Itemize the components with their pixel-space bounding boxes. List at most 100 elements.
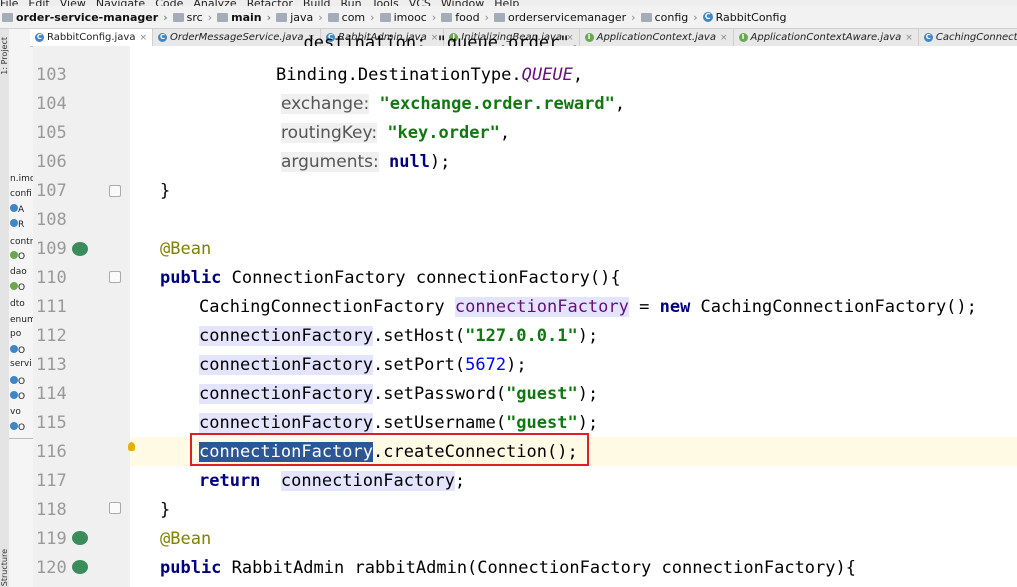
code-line: 110 public ConnectionFactory connectionFa…: [0, 264, 1017, 293]
code-token: @Bean: [160, 529, 212, 549]
code-token: CachingConnectionFactory: [199, 297, 455, 317]
code-token: arguments:: [281, 152, 379, 172]
bean-icon[interactable]: [72, 531, 88, 545]
tab-applicationcontext[interactable]: I ApplicationContext.java ×: [580, 29, 734, 46]
line-number: 111: [36, 297, 67, 317]
code-line: 103 Binding.DestinationType.QUEUE,: [0, 61, 1017, 90]
code-text[interactable]: }: [160, 496, 170, 525]
code-token: connectionFactory: [199, 384, 373, 404]
code-token: .setPassword(: [373, 384, 507, 404]
breadcrumb-item[interactable]: imooc ›: [378, 10, 436, 24]
close-tab-icon[interactable]: ×: [139, 33, 147, 43]
code-token: .setHost(: [373, 326, 466, 346]
code-text[interactable]: @Bean: [160, 235, 211, 264]
code-token: "127.0.0.1": [465, 326, 578, 346]
code-token: );: [577, 384, 599, 404]
fold-marker-icon[interactable]: [109, 185, 121, 197]
code-token: ,: [499, 123, 511, 143]
line-number: 110: [36, 268, 67, 288]
breadcrumb-item[interactable]: main ›: [215, 11, 271, 24]
tab-applicationcontextaware[interactable]: I ApplicationContextAware.java ×: [734, 29, 919, 46]
class-icon: C: [158, 33, 168, 42]
code-text[interactable]: connectionFactory.setPassword("guest");: [199, 380, 598, 409]
breadcrumb-separator-icon: ›: [318, 10, 323, 24]
line-number: 103: [36, 65, 67, 85]
breadcrumb-item[interactable]: orderservicemanager ›: [492, 11, 636, 24]
code-text[interactable]: routingKey: "key.order",: [281, 119, 510, 148]
code-token: "key.order": [387, 123, 500, 143]
breadcrumb-separator-icon: ›: [370, 10, 375, 24]
code-token: routingKey:: [281, 123, 378, 143]
breadcrumb-label: food: [455, 10, 480, 24]
code-text[interactable]: exchange: "exchange.order.reward",: [281, 90, 625, 119]
line-number: 119: [36, 529, 67, 549]
line-number: 112: [36, 326, 67, 346]
code-text[interactable]: arguments: null);: [281, 148, 450, 177]
breadcrumb-item[interactable]: C RabbitConfig: [701, 10, 787, 24]
code-text[interactable]: return connectionFactory;: [199, 467, 465, 496]
tab-rabbitconfig[interactable]: C RabbitConfig.java ×: [30, 29, 154, 46]
code-text[interactable]: public RabbitAdmin rabbitAdmin(Connectio…: [160, 554, 856, 583]
bean-icon[interactable]: [72, 242, 88, 256]
code-line: 109 @Bean: [0, 235, 1017, 264]
folder-icon: [217, 12, 229, 22]
breadcrumb-item[interactable]: config ›: [639, 11, 698, 24]
code-text[interactable]: Binding.DestinationType.QUEUE,: [276, 61, 583, 90]
breadcrumb-item[interactable]: food ›: [439, 11, 489, 24]
code-token: connectionFactory: [199, 326, 373, 346]
code-text[interactable]: @Bean: [160, 525, 211, 554]
code-token: public: [160, 268, 222, 288]
breadcrumb-item[interactable]: com ›: [326, 11, 375, 24]
code-line: 105 routingKey: "key.order",: [0, 119, 1017, 148]
folder-icon: [640, 12, 652, 22]
folder-icon: [2, 12, 13, 22]
breadcrumb-label: main: [231, 10, 262, 24]
breadcrumb-item[interactable]: java ›: [274, 10, 323, 24]
code-text[interactable]: public ConnectionFactory connectionFacto…: [160, 264, 621, 293]
code-token: @Bean: [160, 239, 212, 259]
code-token: ,: [614, 94, 626, 114]
code-text[interactable]: connectionFactory.setPort(5672);: [199, 351, 527, 380]
tab-cachingconnectionfactory[interactable]: CCachingConnectionFactory.java×: [919, 29, 1017, 46]
code-text[interactable]: connectionFactory.setHost("127.0.0.1");: [199, 322, 598, 351]
code-token: null: [388, 152, 430, 172]
code-token: }: [160, 181, 171, 201]
code-token: connectionFactory: [454, 297, 629, 317]
interface-icon: I: [738, 33, 748, 42]
fold-marker-icon[interactable]: [109, 271, 121, 283]
code-line: 108: [0, 206, 1017, 235]
tab-label: ApplicationContext.java: [596, 32, 716, 43]
code-token: );: [429, 152, 451, 172]
code-token: CachingConnectionFactory();: [690, 297, 977, 317]
code-token: "guest": [506, 384, 578, 404]
code-line: 118}: [0, 496, 1017, 525]
breadcrumb-item[interactable]: order-service-manager ›: [0, 11, 168, 24]
code-token: .setUsername(: [373, 413, 507, 433]
code-text[interactable]: CachingConnectionFactory connectionFacto…: [199, 293, 977, 322]
close-tab-icon[interactable]: ×: [905, 33, 913, 43]
bean-icon[interactable]: [72, 560, 88, 574]
breadcrumb-separator-icon: ›: [484, 10, 489, 24]
close-tab-icon[interactable]: ×: [720, 33, 728, 43]
folder-icon: [493, 12, 505, 22]
breadcrumb-separator-icon: ›: [266, 10, 272, 24]
breadcrumb-label: imooc: [393, 10, 427, 24]
fold-marker-icon[interactable]: [109, 502, 121, 514]
lightbulb-icon[interactable]: [128, 442, 135, 451]
code-token: .setPort(: [373, 355, 466, 375]
folder-icon: [441, 12, 453, 22]
code-token: );: [577, 326, 599, 346]
code-text[interactable]: }: [160, 177, 170, 206]
code-line: 114 connectionFactory.setPassword("guest"…: [0, 380, 1017, 409]
code-line: 111 CachingConnectionFactory connectionFa…: [0, 293, 1017, 322]
breadcrumb-item[interactable]: src ›: [171, 11, 212, 24]
line-number: 113: [36, 355, 67, 375]
breadcrumb-label: RabbitConfig: [715, 10, 787, 24]
breadcrumb-label: src: [186, 10, 203, 24]
interface-icon: I: [584, 33, 594, 42]
code-token: );: [577, 413, 599, 433]
breadcrumb-separator-icon: ›: [207, 10, 213, 24]
